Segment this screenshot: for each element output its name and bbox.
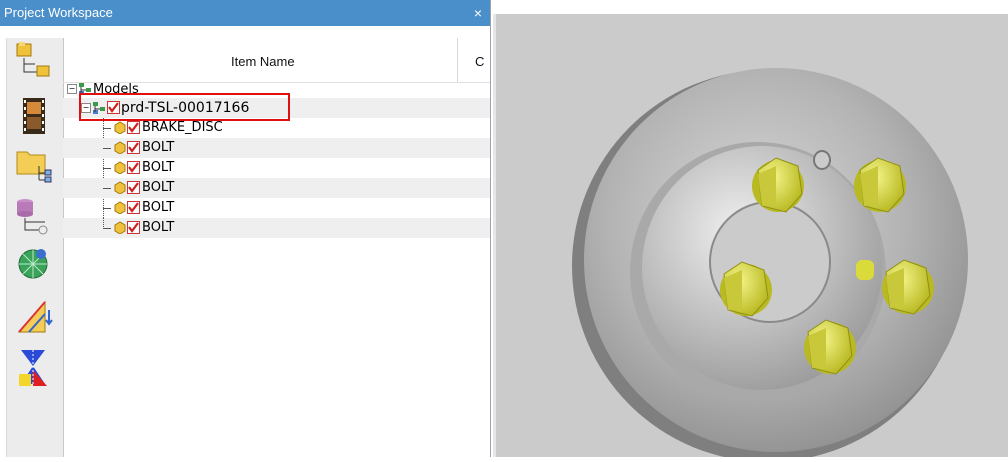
film-animation-icon[interactable] bbox=[15, 96, 53, 136]
selection-highlight-box bbox=[79, 93, 290, 121]
tree-node-part[interactable]: BOLT bbox=[63, 198, 490, 218]
project-workspace-panel: Project Workspace × Item Name C − Models… bbox=[0, 0, 491, 457]
part-cube-icon bbox=[114, 181, 126, 194]
tree-node-part[interactable]: BOLT bbox=[63, 218, 490, 238]
checkbox-checked-icon[interactable] bbox=[127, 121, 140, 134]
column-item-name[interactable]: Item Name bbox=[231, 54, 295, 69]
tree-node-part[interactable]: BOLT bbox=[63, 178, 490, 198]
mesh-globe-icon[interactable] bbox=[15, 244, 53, 284]
hourglass-symmetry-icon[interactable] bbox=[15, 348, 53, 388]
part-cube-icon bbox=[114, 221, 126, 234]
tree-node-part[interactable]: BRAKE_DISC bbox=[63, 118, 490, 138]
part-cube-icon bbox=[114, 121, 126, 134]
top-strip bbox=[490, 0, 1008, 14]
database-tree-icon[interactable] bbox=[15, 196, 53, 236]
tree-node-part[interactable]: BOLT bbox=[63, 158, 490, 178]
tree-node-part[interactable]: BOLT bbox=[63, 138, 490, 158]
checkbox-checked-icon[interactable] bbox=[127, 221, 140, 234]
tree-column-header: Item Name C bbox=[63, 38, 490, 83]
part-cube-icon bbox=[114, 201, 126, 214]
part-cube-icon bbox=[114, 141, 126, 154]
tree-node-label: BOLT bbox=[142, 180, 175, 195]
tree-node-label: BOLT bbox=[142, 200, 175, 215]
tree-node-label: BOLT bbox=[142, 160, 175, 175]
column-c[interactable]: C bbox=[475, 54, 484, 69]
column-divider[interactable] bbox=[457, 38, 458, 82]
checkbox-checked-icon[interactable] bbox=[127, 141, 140, 154]
checkbox-checked-icon[interactable] bbox=[127, 161, 140, 174]
tree-node-label: BRAKE_DISC bbox=[142, 120, 223, 135]
panel-titlebar: Project Workspace × bbox=[0, 0, 490, 26]
checkbox-checked-icon[interactable] bbox=[127, 181, 140, 194]
tree-node-label: BOLT bbox=[142, 140, 175, 155]
workspace-toolbar bbox=[6, 38, 64, 457]
measure-triangle-icon[interactable] bbox=[15, 296, 53, 336]
brake-disc-model[interactable] bbox=[496, 14, 1008, 462]
models-tree-icon[interactable] bbox=[15, 42, 53, 82]
folder-tree-icon[interactable] bbox=[15, 144, 53, 184]
tree-node-label: BOLT bbox=[142, 220, 175, 235]
close-icon[interactable]: × bbox=[474, 0, 482, 26]
part-cube-icon bbox=[114, 161, 126, 174]
collapse-toggle-icon[interactable]: − bbox=[67, 84, 77, 94]
checkbox-checked-icon[interactable] bbox=[127, 201, 140, 214]
3d-viewport[interactable] bbox=[493, 14, 1008, 462]
panel-title: Project Workspace bbox=[4, 5, 113, 20]
